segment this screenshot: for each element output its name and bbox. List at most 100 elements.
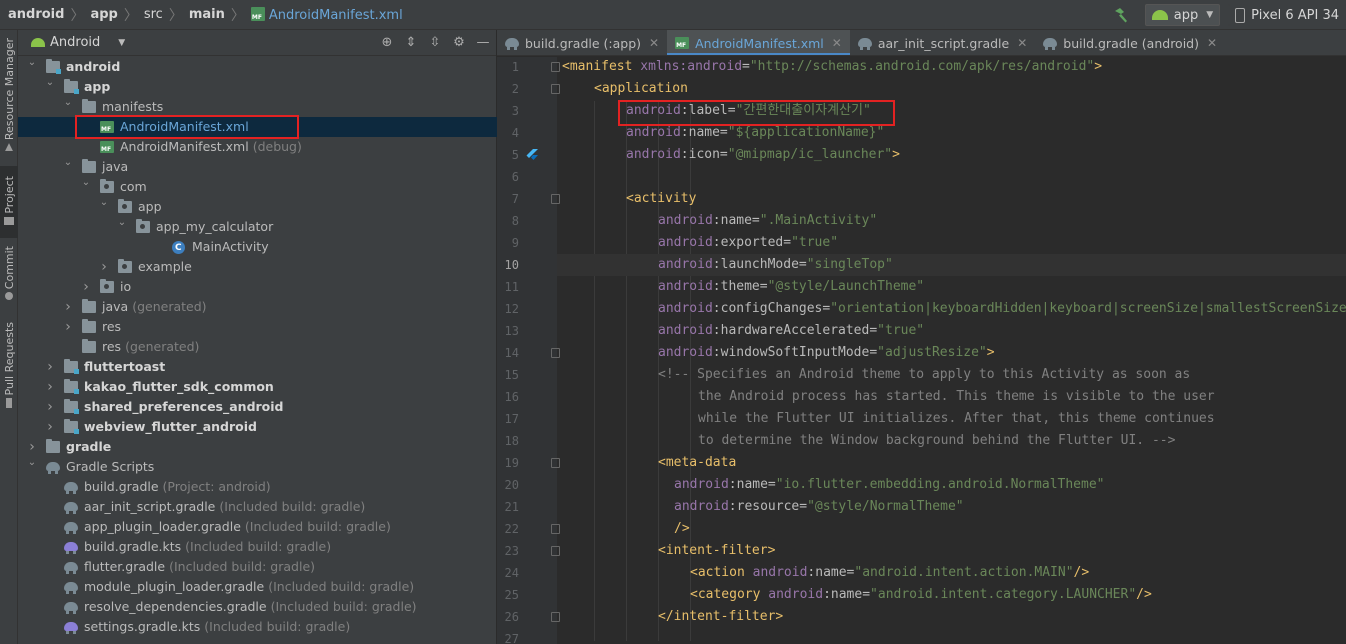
- tree-item[interactable]: ⌄ app: [18, 77, 497, 97]
- chevron-down-icon[interactable]: ⌄: [26, 53, 38, 73]
- collapse-all-icon[interactable]: ⇳: [428, 36, 442, 50]
- tree-item[interactable]: ⌄ app_my_calculator: [18, 217, 497, 237]
- gear-icon[interactable]: ⚙: [452, 36, 466, 50]
- tree-item[interactable]: › res: [18, 317, 497, 337]
- chevron-down-icon[interactable]: ⌄: [62, 93, 74, 113]
- chevron-right-icon[interactable]: ›: [80, 277, 92, 297]
- tree-item[interactable]: › shared_preferences_android: [18, 397, 497, 417]
- chevron-right-icon[interactable]: ›: [44, 397, 56, 417]
- code-line: android:theme="@style/LaunchTheme": [557, 276, 924, 298]
- tree-item[interactable]: › java (generated): [18, 297, 497, 317]
- tree-item[interactable]: ⌄ manifests: [18, 97, 497, 117]
- code-token: :name=: [712, 213, 760, 228]
- close-icon[interactable]: ✕: [1207, 36, 1217, 50]
- module-folder-icon: [46, 59, 61, 74]
- expand-all-icon[interactable]: ⇕: [404, 36, 418, 50]
- tree-item[interactable]: flutter.gradle (Included build: gradle): [18, 557, 497, 577]
- chevron-right-icon[interactable]: ›: [44, 377, 56, 397]
- tree-item-hint: (Included build: gradle): [268, 579, 415, 594]
- chevron-right-icon[interactable]: ›: [62, 317, 74, 337]
- tree-item[interactable]: settings.gradle.kts (Included build: grad…: [18, 617, 497, 637]
- tree-item[interactable]: build.gradle (Project: android): [18, 477, 497, 497]
- breadcrumb-item[interactable]: app: [90, 7, 117, 22]
- line-number: 9: [511, 236, 519, 250]
- tree-item[interactable]: › fluttertoast: [18, 357, 497, 377]
- tree-item[interactable]: › gradle: [18, 437, 497, 457]
- chevron-right-icon[interactable]: ›: [44, 417, 56, 437]
- tree-item[interactable]: ⌄ android: [18, 57, 497, 77]
- tab-pull-requests[interactable]: Pull Requests: [0, 322, 18, 418]
- chevron-down-icon[interactable]: ⌄: [98, 193, 110, 213]
- tree-item[interactable]: ⌄ com: [18, 177, 497, 197]
- run-configuration-select[interactable]: app ▼: [1144, 4, 1221, 26]
- code-token: "http://schemas.android.com/apk/res/andr…: [749, 59, 1095, 74]
- tree-item[interactable]: ⌄ Gradle Scripts: [18, 457, 497, 477]
- gradle-icon: [64, 581, 78, 594]
- line-number: 10: [504, 258, 519, 272]
- close-icon[interactable]: ✕: [1017, 36, 1027, 50]
- tree-item-name: fluttertoast: [84, 359, 166, 374]
- tree-item-label: app: [138, 197, 162, 217]
- tree-item-name: com: [120, 179, 147, 194]
- tree-item-label: fluttertoast: [84, 357, 165, 377]
- code-token: android: [658, 213, 713, 228]
- tab-resource-manager[interactable]: Resource Manager: [0, 38, 18, 158]
- flutter-icon[interactable]: [526, 149, 538, 161]
- hide-panel-icon[interactable]: —: [476, 36, 490, 50]
- tree-item[interactable]: build.gradle.kts (Included build: gradle): [18, 537, 497, 557]
- editor-tab[interactable]: build.gradle (:app) ✕: [497, 30, 667, 55]
- tree-item[interactable]: ⌄ app: [18, 197, 497, 217]
- tree-item[interactable]: app_plugin_loader.gradle (Included build:…: [18, 517, 497, 537]
- build-hammer-icon[interactable]: [1111, 5, 1131, 25]
- locate-file-icon[interactable]: ⊕: [380, 36, 394, 50]
- tab-commit[interactable]: Commit: [0, 246, 18, 306]
- tree-item-label: manifests: [102, 97, 163, 117]
- code-token: "orientation|keyboardHidden|keyboard|scr…: [830, 301, 1346, 316]
- chevron-down-icon[interactable]: ⌄: [80, 173, 92, 193]
- tree-item[interactable]: › webview_flutter_android: [18, 417, 497, 437]
- tab-project[interactable]: Project: [0, 166, 18, 238]
- code-token: :exported=: [712, 235, 792, 250]
- tree-item-label: AndroidManifest.xml (debug): [120, 137, 302, 157]
- code-token: android: [658, 345, 713, 360]
- breadcrumb-item[interactable]: main: [189, 7, 225, 22]
- chevron-right-icon[interactable]: ›: [62, 297, 74, 317]
- folder-icon: [4, 216, 14, 225]
- editor-tab[interactable]: aar_init_script.gradle ✕: [850, 30, 1035, 55]
- close-icon[interactable]: ✕: [832, 36, 842, 50]
- tree-item[interactable]: › example: [18, 257, 497, 277]
- tree-item[interactable]: › kakao_flutter_sdk_common: [18, 377, 497, 397]
- tree-item-hint: (Included build: gradle): [219, 499, 366, 514]
- chevron-down-icon[interactable]: ⌄: [44, 73, 56, 93]
- code-token: "true": [877, 323, 925, 338]
- code-token: "singleTop": [806, 257, 893, 272]
- breadcrumb-item[interactable]: src: [144, 7, 163, 22]
- line-number: 3: [511, 104, 519, 118]
- tree-item[interactable]: module_plugin_loader.gradle (Included bui…: [18, 577, 497, 597]
- code-view[interactable]: <manifest xmlns:android="http://schemas.…: [557, 57, 1346, 644]
- chevron-down-icon[interactable]: ⌄: [26, 453, 38, 473]
- tree-item[interactable]: res (generated): [18, 337, 497, 357]
- breadcrumb-item[interactable]: AndroidManifest.xml: [250, 6, 403, 23]
- code-token: "true": [791, 235, 839, 250]
- chevron-down-icon[interactable]: ⌄: [62, 153, 74, 173]
- tree-item[interactable]: MainActivity: [18, 237, 497, 258]
- code-token: android: [658, 301, 713, 316]
- code-token: :name=: [807, 565, 855, 580]
- close-icon[interactable]: ✕: [649, 36, 659, 50]
- chevron-down-icon[interactable]: ▼: [118, 38, 125, 48]
- tree-item[interactable]: aar_init_script.gradle (Included build: g…: [18, 497, 497, 517]
- breadcrumb-item[interactable]: android: [8, 7, 64, 22]
- tree-item[interactable]: › io: [18, 277, 497, 297]
- project-view-selector[interactable]: Android: [50, 35, 100, 50]
- line-number: 1: [511, 60, 519, 74]
- chevron-right-icon[interactable]: ›: [98, 257, 110, 277]
- tree-item-label: Gradle Scripts: [66, 457, 154, 477]
- chevron-down-icon[interactable]: ⌄: [116, 213, 128, 233]
- editor-tab[interactable]: build.gradle (android) ✕: [1035, 30, 1225, 55]
- device-select[interactable]: Pixel 6 API 34: [1228, 4, 1346, 26]
- tree-item[interactable]: resolve_dependencies.gradle (Included bui…: [18, 597, 497, 617]
- chevron-right-icon[interactable]: ›: [44, 357, 56, 377]
- editor-tab[interactable]: AndroidManifest.xml ✕: [667, 30, 850, 55]
- tree-item[interactable]: AndroidManifest.xml(debug): [18, 137, 497, 157]
